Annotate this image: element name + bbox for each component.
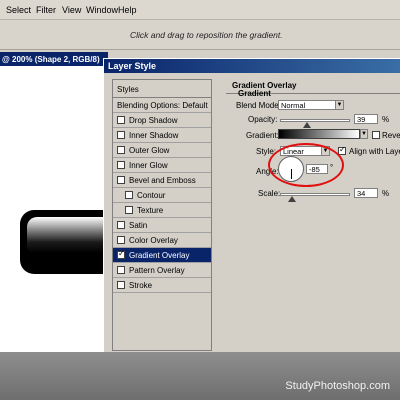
dialog-title[interactable]: Layer Style (104, 59, 400, 73)
drop-shadow-checkbox[interactable] (117, 116, 125, 124)
gradient-overlay-label: Gradient Overlay (129, 251, 190, 260)
pattern-overlay-checkbox[interactable] (117, 266, 125, 274)
style-row-drop-shadow[interactable]: Drop Shadow (113, 113, 211, 128)
reverse-checkbox[interactable] (372, 131, 380, 139)
style-row-inner-shadow[interactable]: Inner Shadow (113, 128, 211, 143)
style-row-bevel-emboss[interactable]: Bevel and Emboss (113, 173, 211, 188)
align-with-layer-label: Align with Layer (349, 147, 400, 156)
color-overlay-label: Color Overlay (129, 236, 178, 245)
blend-mode-label: Blend Mode: (236, 101, 281, 110)
document-window[interactable]: @ 200% (Shape 2, RGB/8) (0, 52, 108, 352)
blend-mode-value: Normal (281, 101, 306, 110)
satin-checkbox[interactable] (117, 221, 125, 229)
menu-window[interactable]: Window (86, 5, 118, 15)
bevel-emboss-label: Bevel and Emboss (129, 176, 196, 185)
tool-hint: Click and drag to reposition the gradien… (130, 30, 283, 40)
texture-label: Texture (137, 206, 164, 215)
bevel-emboss-checkbox[interactable] (117, 176, 125, 184)
contour-checkbox[interactable] (125, 191, 133, 199)
scale-unit: % (382, 189, 390, 198)
satin-label: Satin (129, 221, 148, 230)
color-overlay-checkbox[interactable] (117, 236, 125, 244)
pattern-overlay-label: Pattern Overlay (129, 266, 185, 275)
shape-preview (20, 210, 108, 274)
document-title[interactable]: @ 200% (Shape 2, RGB/8) (0, 52, 108, 66)
gradient-label: Gradient: (246, 131, 279, 140)
menu-bar: Select Filter View Window Help (0, 0, 400, 20)
watermark: StudyPhotoshop.com (285, 380, 390, 392)
inner-glow-label: Inner Glow (129, 161, 168, 170)
style-row-color-overlay[interactable]: Color Overlay (113, 233, 211, 248)
options-bar: Click and drag to reposition the gradien… (0, 20, 400, 50)
style-row-inner-glow[interactable]: Inner Glow (113, 158, 211, 173)
drop-shadow-label: Drop Shadow (129, 116, 178, 125)
texture-checkbox[interactable] (125, 206, 133, 214)
outer-glow-checkbox[interactable] (117, 146, 125, 154)
blending-options-row[interactable]: Blending Options: Default (113, 98, 211, 113)
styles-list-empty (113, 293, 211, 350)
scale-slider-thumb[interactable] (288, 196, 296, 202)
style-row-stroke[interactable]: Stroke (113, 278, 211, 293)
style-row-texture[interactable]: Texture (113, 203, 211, 218)
menu-view[interactable]: View (62, 5, 81, 15)
inner-shadow-label: Inner Shadow (129, 131, 179, 140)
layer-style-dialog: Layer Style Styles Blending Options: Def… (103, 58, 400, 352)
styles-header[interactable]: Styles (113, 80, 211, 98)
opacity-label: Opacity: (248, 115, 278, 124)
opacity-slider-thumb[interactable] (303, 122, 311, 128)
scale-label: Scale: (258, 189, 281, 198)
gradient-picker[interactable] (278, 129, 360, 139)
style-row-pattern-overlay[interactable]: Pattern Overlay (113, 263, 211, 278)
style-row-gradient-overlay[interactable]: Gradient Overlay (113, 248, 211, 263)
workspace-background (0, 352, 400, 400)
chevron-down-icon: ▼ (335, 101, 343, 109)
blending-options-label: Blending Options: Default (117, 101, 208, 110)
stroke-label: Stroke (129, 281, 153, 290)
inner-shadow-checkbox[interactable] (117, 131, 125, 139)
menu-filter[interactable]: Filter (36, 5, 56, 15)
opacity-unit: % (382, 115, 390, 124)
style-row-outer-glow[interactable]: Outer Glow (113, 143, 211, 158)
group-title: Gradient (238, 89, 271, 98)
blend-mode-select[interactable]: Normal ▼ (278, 100, 344, 110)
annotation-circle (268, 143, 344, 187)
scale-input[interactable]: 34 (354, 188, 378, 198)
opacity-input[interactable]: 39 (354, 114, 378, 124)
reverse-label: Revers (382, 131, 400, 140)
inner-glow-checkbox[interactable] (117, 161, 125, 169)
stroke-checkbox[interactable] (117, 281, 125, 289)
shape-gradient (27, 217, 108, 253)
menu-help[interactable]: Help (118, 5, 137, 15)
gradient-dropdown-arrow[interactable]: ▼ (360, 129, 368, 139)
outer-glow-label: Outer Glow (129, 146, 170, 155)
style-row-contour[interactable]: Contour (113, 188, 211, 203)
menu-select[interactable]: Select (6, 5, 31, 15)
gradient-overlay-checkbox[interactable] (117, 249, 125, 259)
style-row-satin[interactable]: Satin (113, 218, 211, 233)
contour-label: Contour (137, 191, 166, 200)
styles-list: Styles Blending Options: Default Drop Sh… (112, 79, 212, 351)
opacity-slider[interactable] (280, 119, 350, 122)
